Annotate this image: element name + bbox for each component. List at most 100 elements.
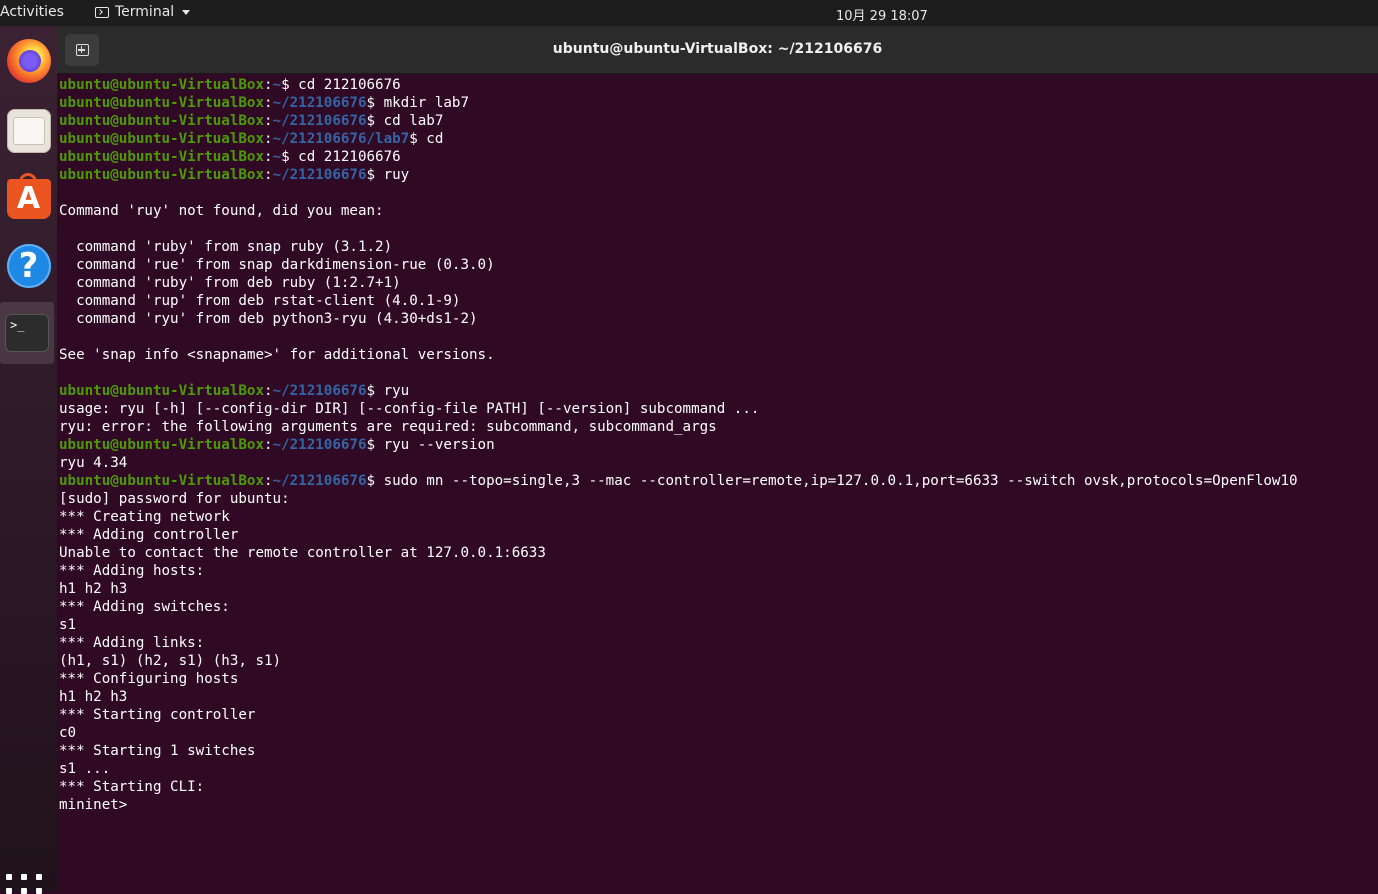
prompt-path: ~/212106676/lab7 — [272, 131, 410, 147]
prompt-path: ~/212106676 — [272, 473, 367, 489]
caret-down-icon — [182, 9, 191, 15]
prompt-path: ~ — [272, 77, 282, 93]
output-line: Command 'ruy' not found, did you mean: — [59, 203, 384, 219]
output-line: command 'ruby' from deb ruby (1:2.7+1) — [59, 275, 401, 291]
prompt-colon: : — [264, 473, 273, 489]
output-line: *** Starting 1 switches — [59, 743, 256, 759]
dock: A ? >_ — [0, 26, 57, 894]
output-line: c0 — [59, 725, 77, 741]
output-line: *** Creating network — [59, 509, 230, 525]
output-line: [sudo] password for ubuntu: — [59, 491, 290, 507]
output-line: h1 h2 h3 — [59, 689, 128, 705]
prompt-line: ubuntu@ubuntu-VirtualBox:~/212106676$ su… — [59, 472, 1298, 490]
window-title: ubuntu@ubuntu-VirtualBox: ~/212106676 — [552, 41, 883, 57]
prompt-path: ~/212106676 — [272, 113, 367, 129]
output-line: *** Configuring hosts — [59, 671, 239, 687]
prompt-path: ~/212106676 — [272, 383, 367, 399]
app-menu-label: Terminal — [115, 4, 175, 20]
prompt-line: ubuntu@ubuntu-VirtualBox:~/212106676$ mk… — [59, 94, 1298, 112]
prompt-user: ubuntu@ubuntu-VirtualBox — [59, 437, 264, 453]
command-text: $ cd lab7 — [366, 113, 444, 129]
prompt-line: ubuntu@ubuntu-VirtualBox:~/212106676$ ry… — [59, 382, 1298, 400]
output-line: mininet> — [59, 797, 128, 813]
prompt-colon: : — [264, 149, 273, 165]
output-line: Unable to contact the remote controller … — [59, 545, 546, 561]
prompt-user: ubuntu@ubuntu-VirtualBox — [59, 131, 264, 147]
dock-item-software[interactable]: A — [0, 168, 57, 230]
output-line: *** Starting controller — [59, 707, 256, 723]
output-line: See 'snap info <snapname>' for additiona… — [59, 347, 495, 363]
prompt-line: ubuntu@ubuntu-VirtualBox:~/212106676$ ru… — [59, 166, 1298, 184]
output-line: *** Adding controller — [59, 527, 239, 543]
prompt-path: ~/212106676 — [272, 95, 367, 111]
activities-button[interactable]: Activities — [0, 4, 64, 20]
output-line: *** Adding hosts: — [59, 563, 205, 579]
prompt-line: ubuntu@ubuntu-VirtualBox:~$ cd 212106676 — [59, 76, 1298, 94]
output-line: ryu: error: the following arguments are … — [59, 419, 717, 435]
files-icon — [6, 109, 51, 153]
command-text: $ ruy — [366, 167, 410, 183]
terminal-output[interactable]: ubuntu@ubuntu-VirtualBox:~$ cd 212106676… — [57, 74, 1378, 892]
terminal-app-icon — [95, 6, 109, 18]
dock-item-firefox[interactable] — [0, 30, 57, 92]
prompt-colon: : — [264, 95, 273, 111]
clock[interactable]: 10月 29 18:07 — [836, 5, 928, 24]
output-line: h1 h2 h3 — [59, 581, 128, 597]
prompt-user: ubuntu@ubuntu-VirtualBox — [59, 95, 264, 111]
dock-item-files[interactable] — [0, 100, 57, 162]
dock-item-help[interactable]: ? — [0, 235, 57, 297]
command-text: $ mkdir lab7 — [366, 95, 470, 111]
prompt-colon: : — [264, 113, 273, 129]
software-store-icon: A — [6, 173, 51, 219]
output-line: *** Adding switches: — [59, 599, 230, 615]
prompt-user: ubuntu@ubuntu-VirtualBox — [59, 77, 264, 93]
output-line: ryu 4.34 — [59, 455, 128, 471]
help-icon: ? — [6, 244, 51, 288]
dock-item-terminal[interactable]: >_ — [0, 302, 54, 364]
output-line: command 'ruby' from snap ruby (3.1.2) — [59, 239, 393, 255]
output-line: (h1, s1) (h2, s1) (h3, s1) — [59, 653, 282, 669]
prompt-path: ~/212106676 — [272, 167, 367, 183]
prompt-line: ubuntu@ubuntu-VirtualBox:~$ cd 212106676 — [59, 148, 1298, 166]
show-applications-icon[interactable] — [6, 874, 42, 894]
output-line: *** Starting CLI: — [59, 779, 205, 795]
output-line: command 'rup' from deb rstat-client (4.0… — [59, 293, 461, 309]
terminal-icon: >_ — [5, 314, 49, 352]
prompt-line: ubuntu@ubuntu-VirtualBox:~/212106676$ cd… — [59, 112, 1298, 130]
terminal-titlebar[interactable]: ubuntu@ubuntu-VirtualBox: ~/212106676 — [57, 26, 1378, 74]
prompt-user: ubuntu@ubuntu-VirtualBox — [59, 383, 264, 399]
output-line: s1 ... — [59, 761, 111, 777]
prompt-line: ubuntu@ubuntu-VirtualBox:~/212106676/lab… — [59, 130, 1298, 148]
prompt-colon: : — [264, 131, 273, 147]
prompt-colon: : — [264, 437, 273, 453]
command-text: $ cd — [409, 131, 444, 147]
command-text: $ ryu — [366, 383, 410, 399]
firefox-icon — [6, 39, 51, 83]
prompt-line: ubuntu@ubuntu-VirtualBox:~/212106676$ ry… — [59, 436, 1298, 454]
prompt-colon: : — [264, 167, 273, 183]
command-text: $ sudo mn --topo=single,3 --mac --contro… — [366, 473, 1298, 489]
prompt-path: ~/212106676 — [272, 437, 367, 453]
command-text: $ cd 212106676 — [281, 77, 401, 93]
prompt-colon: : — [264, 383, 273, 399]
app-menu[interactable]: Terminal — [95, 4, 191, 20]
prompt-colon: : — [264, 77, 273, 93]
output-line: s1 — [59, 617, 77, 633]
prompt-user: ubuntu@ubuntu-VirtualBox — [59, 473, 264, 489]
command-text: $ ryu --version — [366, 437, 495, 453]
prompt-path: ~ — [272, 149, 282, 165]
output-line: command 'ryu' from deb python3-ryu (4.30… — [59, 311, 478, 327]
prompt-user: ubuntu@ubuntu-VirtualBox — [59, 113, 264, 129]
terminal-lines: ubuntu@ubuntu-VirtualBox:~$ cd 212106676… — [59, 76, 1298, 814]
output-line: *** Adding links: — [59, 635, 205, 651]
top-bar: Activities Terminal 10月 29 18:07 — [0, 0, 1378, 26]
command-text: $ cd 212106676 — [281, 149, 401, 165]
output-line: usage: ryu [-h] [--config-dir DIR] [--co… — [59, 401, 760, 417]
prompt-user: ubuntu@ubuntu-VirtualBox — [59, 149, 264, 165]
output-line: command 'rue' from snap darkdimension-ru… — [59, 257, 495, 273]
prompt-user: ubuntu@ubuntu-VirtualBox — [59, 167, 264, 183]
